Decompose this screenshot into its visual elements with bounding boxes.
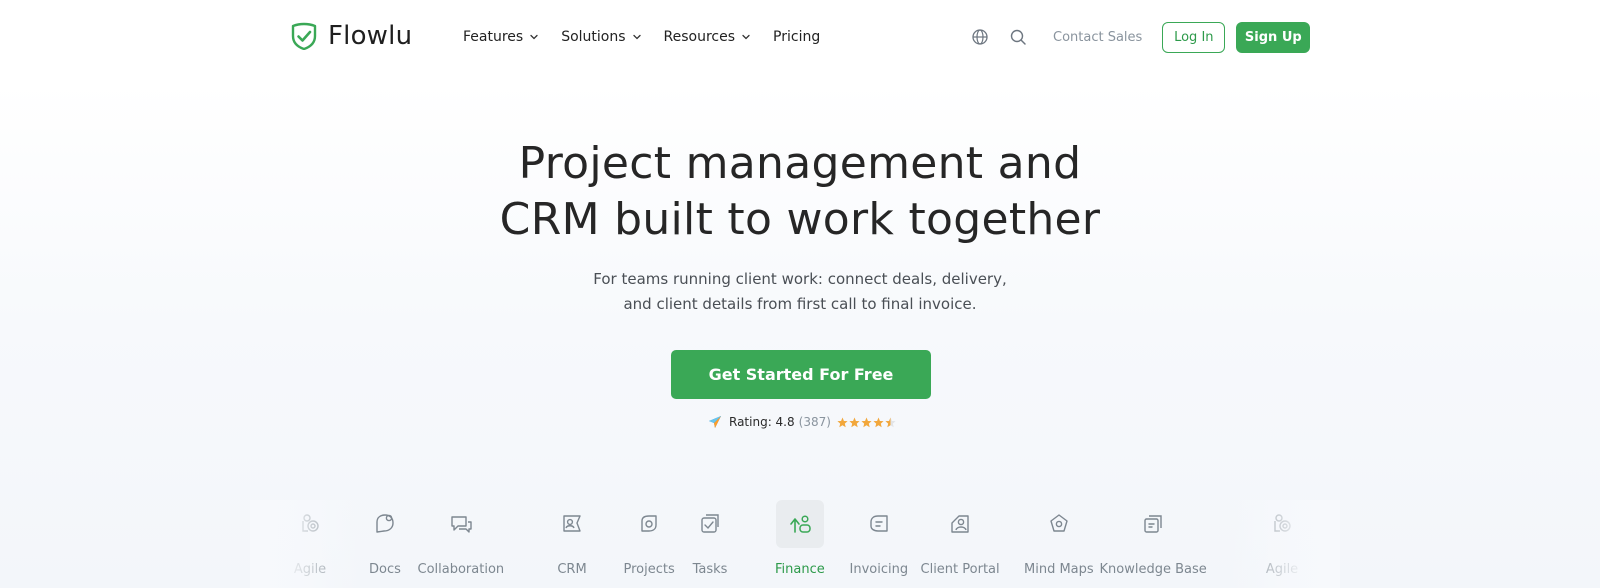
collaboration-icon bbox=[451, 516, 472, 533]
feature-label: CRM bbox=[557, 562, 587, 577]
feature-label: Collaboration bbox=[417, 562, 505, 577]
collaboration-icon-box bbox=[437, 500, 485, 548]
agile-icon bbox=[1274, 514, 1291, 532]
brand-logo[interactable]: Flowlu bbox=[290, 20, 412, 52]
rating-widget[interactable]: Rating: 4.8 (387) bbox=[708, 415, 897, 429]
crm-icon-box bbox=[548, 500, 596, 548]
login-button[interactable]: Log In bbox=[1162, 21, 1226, 53]
feature-label: Agile bbox=[1265, 562, 1299, 577]
feature-tab-docs[interactable]: Docs bbox=[361, 500, 409, 588]
header-actions: Contact Sales Log In Sign Up bbox=[971, 21, 1311, 53]
mind-maps-icon bbox=[1050, 514, 1068, 532]
logo-check-icon bbox=[291, 22, 317, 50]
feature-tab-crm[interactable]: CRM bbox=[548, 500, 596, 588]
get-started-button[interactable]: Get Started For Free bbox=[671, 350, 931, 399]
feature-label: Docs bbox=[369, 562, 401, 577]
tasks-icon bbox=[701, 514, 719, 533]
feature-tab-projects[interactable]: Projects bbox=[624, 500, 675, 588]
contact-sales-link[interactable]: Contact Sales bbox=[1053, 30, 1142, 45]
brand-name: Flowlu bbox=[328, 21, 413, 51]
star-icon bbox=[837, 417, 848, 427]
feature-label: Client Portal bbox=[920, 562, 1000, 577]
knowledge-base-icon bbox=[1144, 515, 1162, 533]
chevron-down-icon bbox=[742, 34, 750, 40]
hero-subtitle-line-1: For teams running client work: connect d… bbox=[593, 270, 1007, 288]
feature-label: Invoicing bbox=[849, 562, 909, 577]
nav-solutions[interactable]: Solutions bbox=[561, 26, 641, 48]
docs-icon-box bbox=[361, 500, 409, 548]
hero-subtitle-line-2: and client details from first call to fi… bbox=[623, 295, 977, 313]
feature-label: Mind Maps bbox=[1024, 562, 1094, 577]
nav-resources[interactable]: Resources bbox=[664, 26, 752, 48]
feature-strip: Agile Docs Collaboration CRM Projects Ta… bbox=[0, 500, 1600, 588]
agile-icon-box bbox=[1258, 500, 1306, 548]
search-icon[interactable] bbox=[1009, 28, 1027, 46]
feature-tab-collaboration[interactable]: Collaboration bbox=[417, 500, 505, 588]
star-icon bbox=[861, 417, 872, 427]
hero-title-line-1: Project management and bbox=[518, 138, 1082, 189]
feature-tab-agile-left[interactable]: Agile bbox=[286, 500, 334, 588]
finance-icon bbox=[790, 515, 811, 533]
invoicing-icon bbox=[870, 515, 888, 532]
capterra-icon bbox=[709, 416, 721, 428]
nav-resources-label: Resources bbox=[663, 29, 736, 45]
projects-icon-box bbox=[625, 500, 673, 548]
nav-features-label: Features bbox=[463, 29, 524, 45]
rating-count: (387) bbox=[798, 415, 831, 429]
feature-tab-client-portal[interactable]: Client Portal bbox=[921, 500, 1000, 588]
feature-label: Projects bbox=[623, 562, 675, 577]
globe-icon[interactable] bbox=[971, 28, 989, 46]
rating-stars bbox=[837, 417, 897, 428]
feature-label: Tasks bbox=[692, 562, 728, 577]
projects-icon bbox=[641, 515, 657, 532]
nav-pricing[interactable]: Pricing bbox=[773, 26, 820, 48]
feature-tab-invoicing[interactable]: Invoicing bbox=[849, 500, 909, 588]
feature-label: Knowledge Base bbox=[1099, 562, 1207, 577]
hero-title: Project management and CRM built to work… bbox=[400, 136, 1200, 248]
nav-pricing-label: Pricing bbox=[773, 29, 821, 45]
chevron-down-icon bbox=[632, 34, 641, 40]
feature-label: Agile bbox=[293, 562, 327, 577]
tasks-icon-box bbox=[686, 500, 734, 548]
feature-tab-agile-right[interactable]: Agile bbox=[1258, 500, 1306, 588]
invoicing-icon-box bbox=[855, 500, 903, 548]
chevron-down-icon bbox=[530, 34, 538, 40]
site-header: Flowlu Features Solutions Resources Pric… bbox=[0, 0, 1600, 72]
feature-tab-knowledge-base[interactable]: Knowledge Base bbox=[1100, 500, 1207, 588]
feature-tab-finance[interactable]: Finance bbox=[775, 500, 825, 588]
rating-label: Rating: 4.8 bbox=[729, 415, 795, 429]
star-half-icon bbox=[885, 417, 896, 427]
nav-features[interactable]: Features bbox=[463, 26, 539, 48]
hero-title-line-2: CRM built to work together bbox=[499, 194, 1101, 245]
client-portal-icon bbox=[951, 515, 969, 533]
mind-maps-icon-box bbox=[1035, 500, 1083, 548]
star-icon bbox=[849, 417, 860, 427]
docs-icon bbox=[376, 514, 394, 533]
feature-tab-tasks[interactable]: Tasks bbox=[686, 500, 734, 588]
feature-tab-mind-maps[interactable]: Mind Maps bbox=[1024, 500, 1094, 588]
finance-icon-box bbox=[775, 500, 824, 548]
feature-label: Finance bbox=[775, 562, 825, 577]
hero-subtitle: For teams running client work: connect d… bbox=[500, 267, 1100, 317]
signup-button[interactable]: Sign Up bbox=[1236, 21, 1311, 53]
agile-icon-box bbox=[286, 500, 334, 548]
main-nav: Features Solutions Resources Pricing bbox=[463, 26, 842, 48]
agile-icon bbox=[302, 514, 319, 532]
client-portal-icon-box bbox=[936, 500, 984, 548]
crm-icon bbox=[563, 515, 581, 532]
star-icon bbox=[873, 417, 884, 427]
knowledge-base-icon-box bbox=[1129, 500, 1177, 548]
nav-solutions-label: Solutions bbox=[561, 29, 626, 45]
